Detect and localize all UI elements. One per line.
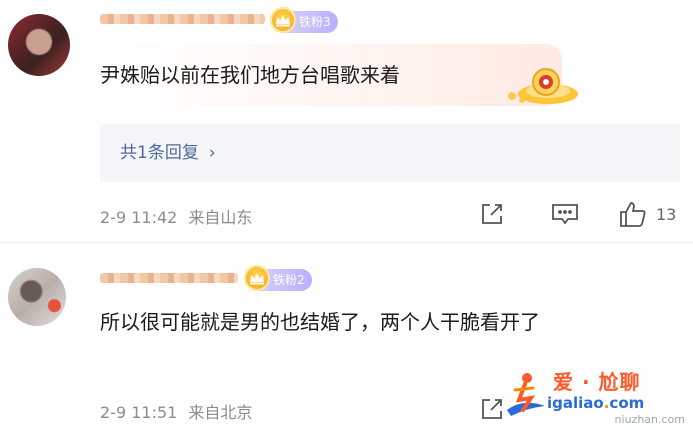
fan-badge[interactable]: 铁粉3: [270, 7, 338, 33]
comment-time: 2-9 11:42: [100, 208, 178, 227]
comment-meta: 2-9 11:51 来自北京: [100, 399, 252, 423]
comment-time: 2-9 11:51: [100, 403, 178, 422]
watermark-url: igaliao.com: [547, 394, 644, 412]
watermark-title: 爱 · 尬聊: [553, 370, 641, 394]
watermark-subtitle: niuzhan.com: [614, 413, 685, 426]
like-count: 13: [656, 204, 677, 224]
username-blurred[interactable]: [100, 14, 265, 24]
share-icon: [482, 204, 502, 224]
badge-label: 铁粉2: [273, 273, 305, 287]
comment-actions: 13: [478, 198, 688, 230]
reply-summary[interactable]: 共1条回复 ›: [100, 124, 680, 182]
comment-text: 所以很可能就是男的也结婚了，两个人干脆看开了: [100, 310, 540, 334]
gold-ingot-sticker-icon: [500, 62, 580, 108]
reply-button[interactable]: [550, 198, 580, 230]
comment-icon: [552, 204, 578, 225]
badge-label: 铁粉3: [299, 15, 331, 29]
share-button[interactable]: [478, 198, 506, 230]
view-replies-label: 共1条回复: [120, 143, 199, 163]
site-watermark: 爱 · 尬聊 igaliao.com niuzhan.com: [499, 366, 689, 426]
watermark-url-suffix: com: [609, 394, 645, 412]
watermark-url-prefix: igaliao: [547, 394, 604, 412]
comment-location: 来自北京: [188, 403, 253, 422]
avatar[interactable]: [8, 14, 70, 76]
chevron-right-icon: ›: [208, 143, 216, 163]
surfer-logo-icon: [507, 373, 545, 416]
fan-badge[interactable]: 铁粉2: [244, 265, 312, 291]
like-button[interactable]: 13: [618, 198, 676, 230]
crown-icon: [244, 265, 270, 291]
thumbs-up-icon: [620, 202, 646, 227]
comment-item: 铁粉3 尹姝贻以前在我们地方台唱歌来着 共1条回复 › 2-9 11:42 来自山…: [0, 0, 693, 258]
avatar[interactable]: [8, 268, 66, 326]
divider: [0, 242, 693, 243]
comment-meta: 2-9 11:42 来自山东: [100, 204, 252, 228]
username-blurred[interactable]: [100, 273, 238, 283]
view-replies-link[interactable]: 共1条回复 ›: [120, 138, 216, 163]
comment-location: 来自山东: [188, 208, 253, 227]
crown-icon: [270, 7, 296, 33]
